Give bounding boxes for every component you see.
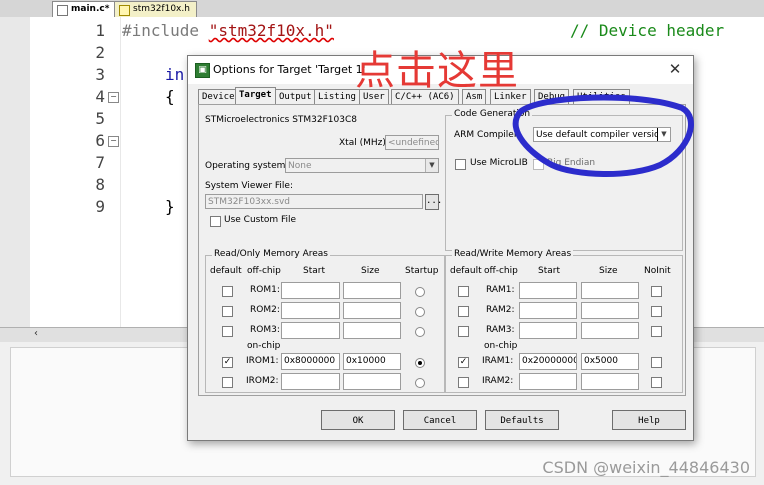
annotation-overlay <box>512 94 694 177</box>
annotation-circle <box>512 94 694 177</box>
